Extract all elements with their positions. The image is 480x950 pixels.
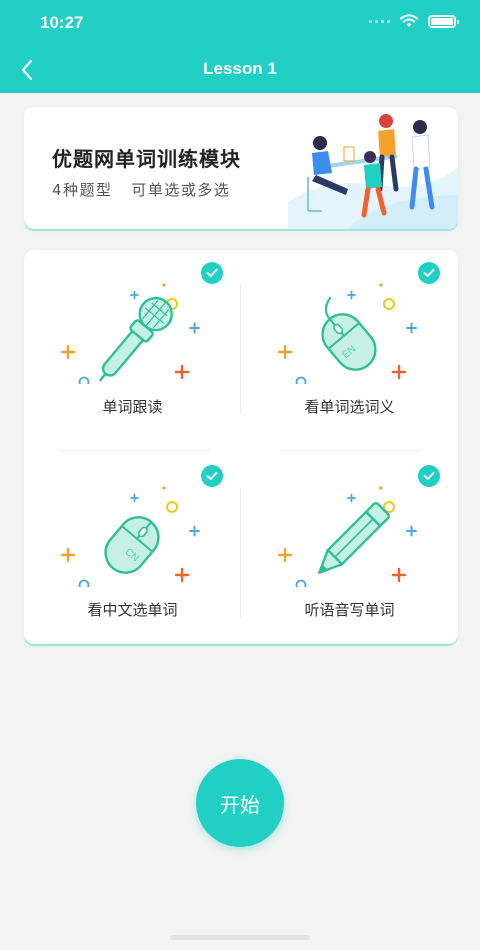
- module-label: 看中文选单词: [87, 601, 178, 619]
- mouse-cn-icon: CN: [60, 486, 200, 587]
- battery-icon: [428, 14, 459, 28]
- microphone-icon: [60, 283, 200, 384]
- module-label: 看单词选词义: [304, 398, 395, 416]
- divider: [280, 450, 420, 451]
- wifi-icon: [400, 14, 418, 27]
- people-collaboration-illustration: [288, 114, 458, 229]
- check-icon[interactable]: [418, 262, 440, 284]
- home-indicator: [170, 935, 310, 940]
- check-icon[interactable]: [201, 465, 223, 487]
- status-icons: [369, 14, 459, 28]
- signal-icon: [369, 19, 390, 23]
- start-button[interactable]: 开始: [196, 759, 284, 847]
- banner-title: 优题网单词训练模块: [52, 147, 241, 171]
- top-bar: 10:27 Lesson 1: [0, 0, 480, 93]
- module-listen-and-write[interactable]: 听语音写单词: [241, 453, 458, 649]
- module-chinese-to-word[interactable]: CN 看中文选单词: [24, 453, 241, 649]
- pencil-icon: [277, 486, 417, 587]
- page-title: Lesson 1: [203, 59, 277, 78]
- mouse-en-icon: EN: [277, 283, 417, 384]
- module-label: 听语音写单词: [304, 601, 395, 619]
- module-grid: 单词跟读 EN 看单词选词义 CN 看中文选单词 听语音写单词: [24, 250, 458, 644]
- status-time: 10:27: [40, 13, 84, 32]
- banner-subtitle: 4种题型 可单选或多选: [52, 181, 231, 199]
- module-word-to-meaning[interactable]: EN 看单词选词义: [241, 250, 458, 446]
- module-label: 单词跟读: [102, 398, 163, 416]
- check-icon[interactable]: [418, 465, 440, 487]
- divider: [60, 450, 210, 451]
- intro-banner: 优题网单词训练模块 4种题型 可单选或多选: [24, 107, 458, 229]
- check-icon[interactable]: [201, 262, 223, 284]
- module-read-aloud[interactable]: 单词跟读: [24, 250, 241, 446]
